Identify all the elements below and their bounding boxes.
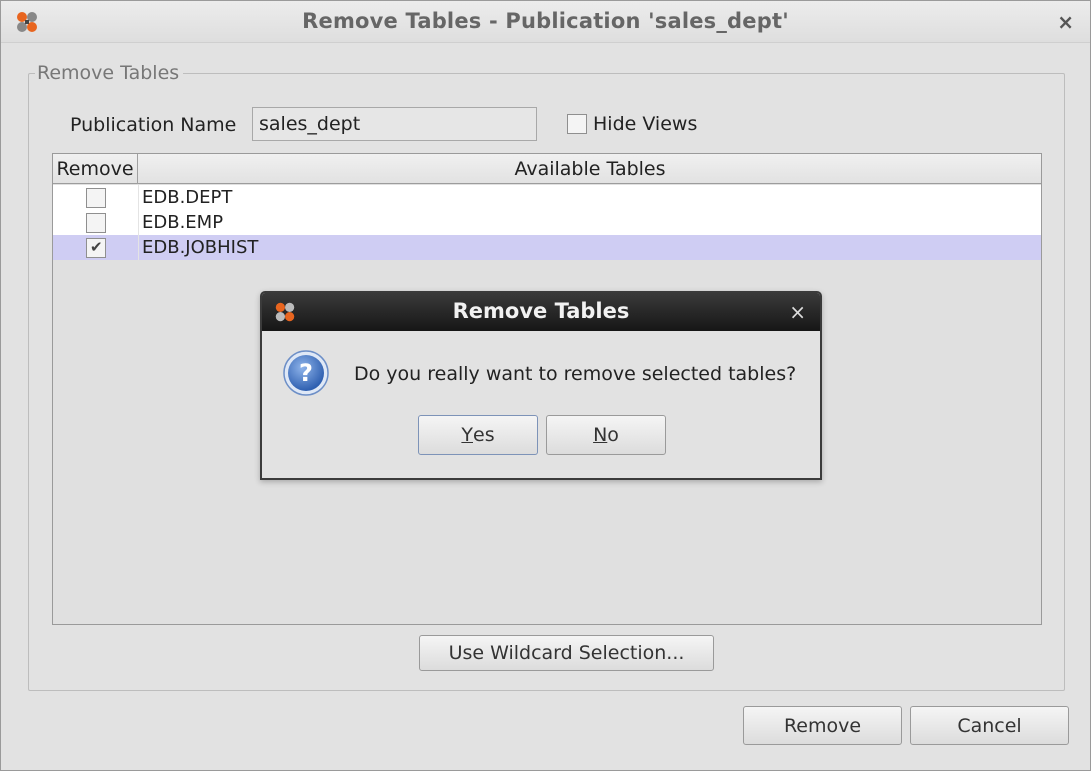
table-row[interactable]: EDB.EMP [53,210,1041,235]
table-row[interactable]: EDB.JOBHIST [53,235,1041,260]
remove-checkbox[interactable] [86,238,106,258]
table-name: EDB.DEPT [142,187,233,208]
remove-checkbox[interactable] [86,188,106,208]
cell-divider [138,210,139,235]
use-wildcard-selection-button[interactable]: Use Wildcard Selection... [419,635,714,671]
no-button[interactable]: No [546,415,666,455]
no-mnemonic: N [593,424,608,446]
close-icon[interactable]: × [1057,10,1074,34]
table-header: Remove Available Tables [53,154,1041,184]
close-icon[interactable]: × [789,300,806,324]
column-header-available-tables[interactable]: Available Tables [139,154,1041,184]
no-label-rest: o [607,424,619,446]
question-icon: ? [283,350,329,396]
publication-name-label: Publication Name [70,114,237,136]
hide-views-box[interactable] [567,114,587,134]
svg-text:?: ? [299,359,313,387]
cancel-button[interactable]: Cancel [910,706,1069,745]
hide-views-checkbox[interactable]: Hide Views [567,113,697,135]
remove-checkbox[interactable] [86,213,106,233]
group-legend: Remove Tables [35,62,184,84]
confirm-remove-dialog: Remove Tables × ? Do you really want to … [260,291,822,480]
window-title: Remove Tables - Publication 'sales_dept' [302,9,789,33]
cell-divider [138,185,139,210]
remove-tables-window: Remove Tables - Publication 'sales_dept'… [0,0,1091,771]
table-name: EDB.EMP [142,212,224,233]
dialog-title: Remove Tables [452,299,630,323]
dialog-titlebar[interactable]: Remove Tables × [262,293,820,331]
hide-views-label: Hide Views [593,113,698,135]
publication-name-field[interactable] [252,107,537,141]
table-name: EDB.JOBHIST [142,237,259,258]
dialog-message: Do you really want to remove selected ta… [354,363,797,385]
yes-button[interactable]: Yes [418,415,538,455]
remove-button[interactable]: Remove [743,706,902,745]
table-row[interactable]: EDB.DEPT [53,185,1041,210]
cell-divider [138,235,139,260]
yes-mnemonic: Y [461,424,473,446]
column-header-remove[interactable]: Remove [53,154,138,184]
yes-label-rest: es [473,424,495,446]
window-titlebar[interactable]: Remove Tables - Publication 'sales_dept'… [1,1,1090,43]
